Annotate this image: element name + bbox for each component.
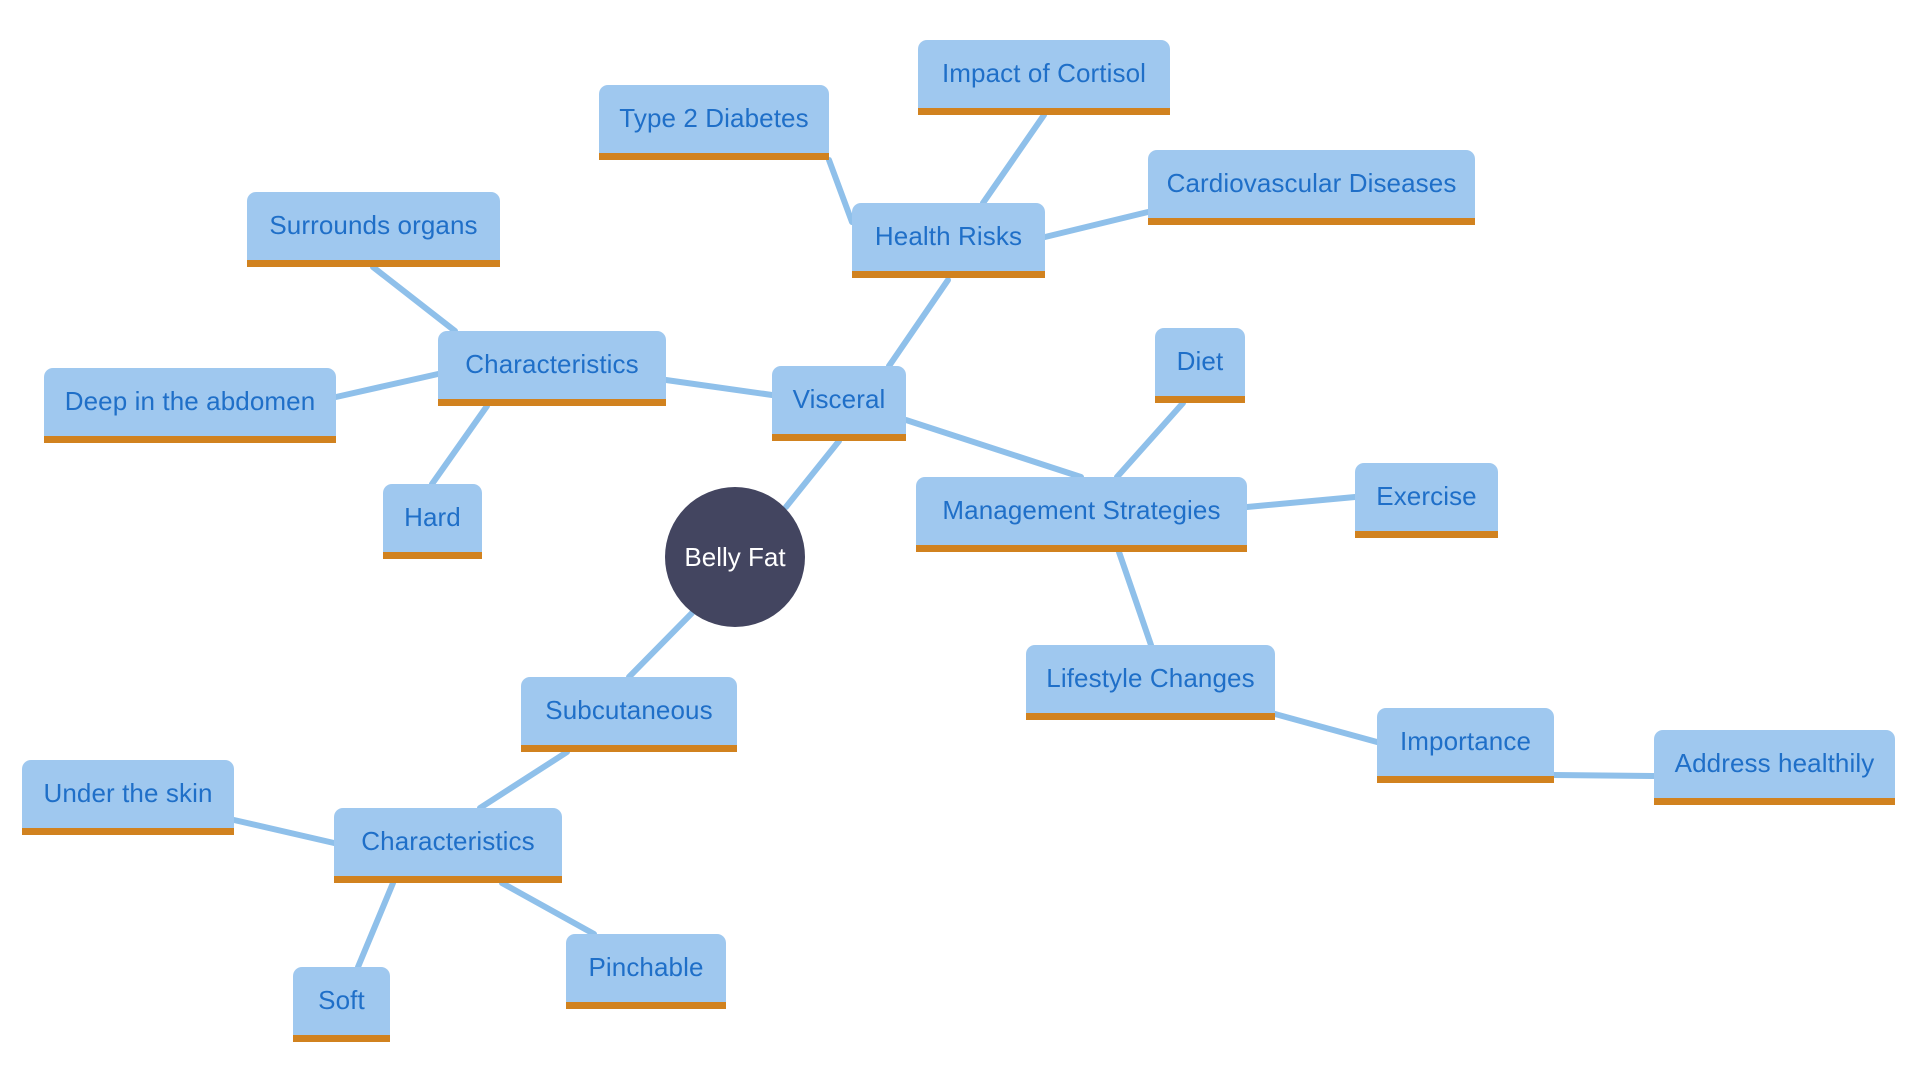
node-characteristics-v[interactable]: Characteristics <box>438 331 666 406</box>
node-label-type2-diabetes: Type 2 Diabetes <box>619 103 809 133</box>
edge-characteristics-v-to-hard <box>429 403 490 487</box>
mind-map-canvas: Visceral Characteristics Deep in the abdom… <box>0 0 1920 1080</box>
node-lifestyle-changes[interactable]: Lifestyle Changes <box>1026 645 1275 720</box>
node-label-visceral: Visceral <box>792 384 886 414</box>
node-soft[interactable]: Soft <box>293 967 390 1042</box>
node-label-lifestyle-changes: Lifestyle Changes <box>1046 663 1255 693</box>
node-diet[interactable]: Diet <box>1155 328 1245 403</box>
root-node-label: Belly Fat <box>684 541 786 572</box>
node-label-importance: Importance <box>1399 726 1532 756</box>
edge-management-to-diet <box>1114 400 1186 480</box>
node-label-impact-cortisol: Impact of Cortisol <box>941 58 1147 88</box>
edge-characteristics-v-to-surrounds-organs <box>370 264 458 334</box>
node-label-characteristics-v: Characteristics <box>465 349 639 379</box>
edge-health-risks-to-type2-diabetes <box>826 157 855 225</box>
edge-lifestyle-changes-to-importance <box>1272 711 1380 745</box>
node-label-exercise: Exercise <box>1376 481 1477 511</box>
edge-importance-to-address-healthily <box>1551 772 1657 779</box>
edge-characteristics-v-to-deep-abdomen <box>333 371 441 400</box>
node-label-cardiovascular: Cardiovascular Diseases <box>1166 168 1457 198</box>
node-visceral[interactable]: Visceral <box>772 366 906 441</box>
node-surrounds-organs[interactable]: Surrounds organs <box>247 192 500 267</box>
node-label-under-the-skin: Under the skin <box>43 778 213 808</box>
edge-root-to-subcutaneous <box>626 610 695 680</box>
node-characteristics-s[interactable]: Characteristics <box>334 808 562 883</box>
node-label-deep-abdomen: Deep in the abdomen <box>64 386 316 416</box>
node-label-pinchable: Pinchable <box>588 952 704 982</box>
edge-characteristics-s-to-under-the-skin <box>231 817 337 846</box>
node-label-hard: Hard <box>404 502 461 532</box>
edge-visceral-to-characteristics-v <box>663 377 775 398</box>
node-deep-abdomen[interactable]: Deep in the abdomen <box>44 368 336 443</box>
edge-visceral-to-health-risks <box>886 277 951 369</box>
node-management[interactable]: Management Strategies <box>916 477 1247 552</box>
edge-management-to-exercise <box>1244 494 1358 510</box>
node-hard[interactable]: Hard <box>383 484 482 559</box>
node-type2-diabetes[interactable]: Type 2 Diabetes <box>599 85 829 160</box>
node-label-health-risks: Health Risks <box>874 221 1023 251</box>
edge-characteristics-s-to-soft <box>355 880 396 970</box>
node-label-address-healthily: Address healthily <box>1674 748 1875 778</box>
edge-health-risks-to-cardiovascular <box>1042 209 1151 240</box>
edge-subcutaneous-to-characteristics-s <box>477 749 570 811</box>
edge-root-to-visceral <box>783 438 842 510</box>
node-pinchable[interactable]: Pinchable <box>566 934 726 1009</box>
edge-visceral-to-management <box>903 417 1084 480</box>
node-under-the-skin[interactable]: Under the skin <box>22 760 234 835</box>
node-health-risks[interactable]: Health Risks <box>852 203 1045 278</box>
node-label-soft: Soft <box>318 985 365 1015</box>
node-label-subcutaneous: Subcutaneous <box>545 695 713 725</box>
node-impact-cortisol[interactable]: Impact of Cortisol <box>918 40 1170 115</box>
edge-management-to-lifestyle-changes <box>1116 549 1154 648</box>
root-node-belly-fat[interactable]: Belly Fat <box>665 487 805 627</box>
edge-characteristics-s-to-pinchable <box>499 880 597 937</box>
node-exercise[interactable]: Exercise <box>1355 463 1498 538</box>
node-label-characteristics-s: Characteristics <box>361 826 535 856</box>
node-cardiovascular[interactable]: Cardiovascular Diseases <box>1148 150 1475 225</box>
edge-health-risks-to-impact-cortisol <box>980 112 1047 206</box>
node-address-healthily[interactable]: Address healthily <box>1654 730 1895 805</box>
node-label-diet: Diet <box>1176 346 1224 376</box>
node-importance[interactable]: Importance <box>1377 708 1554 783</box>
node-subcutaneous[interactable]: Subcutaneous <box>521 677 737 752</box>
node-label-management: Management Strategies <box>942 495 1221 525</box>
node-label-surrounds-organs: Surrounds organs <box>269 210 478 240</box>
